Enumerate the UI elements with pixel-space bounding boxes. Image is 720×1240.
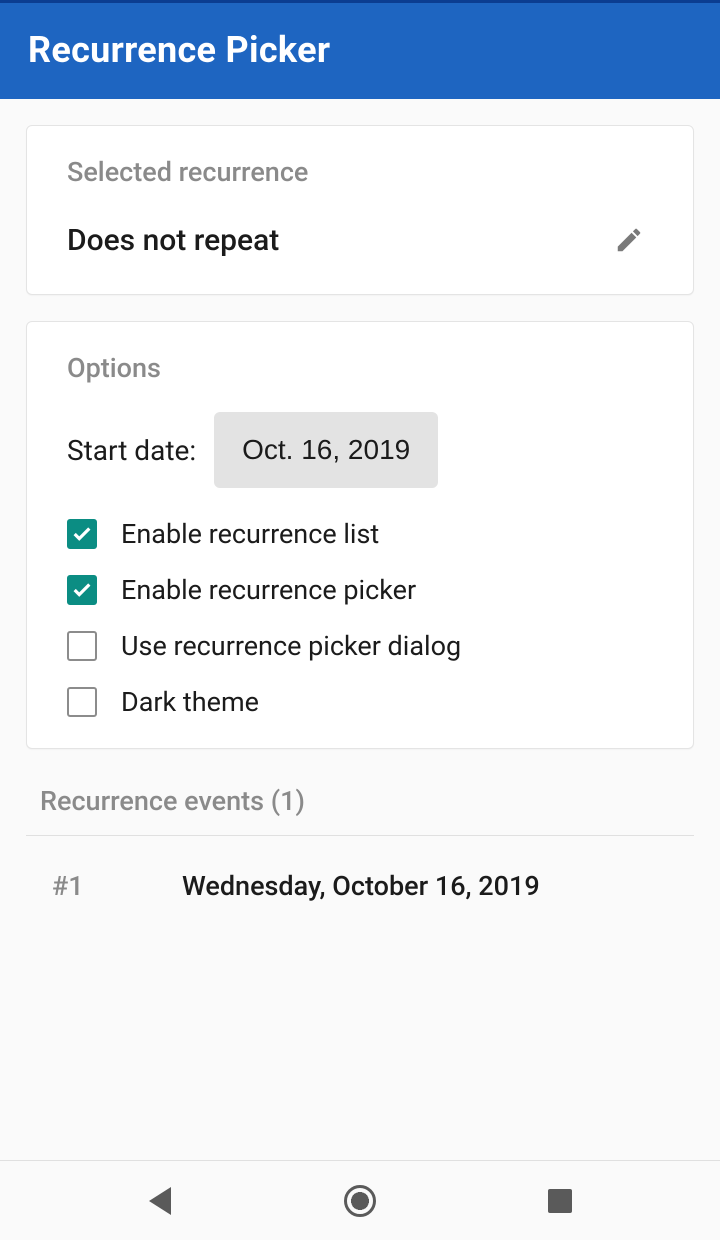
checkbox-icon	[67, 687, 97, 717]
events-list: #1 Wednesday, October 16, 2019	[26, 835, 694, 936]
event-date: Wednesday, October 16, 2019	[182, 870, 540, 902]
app-bar: Recurrence Picker	[0, 3, 720, 99]
checkbox-label: Enable recurrence picker	[121, 574, 416, 606]
checkbox-dark-theme[interactable]: Dark theme	[67, 686, 653, 718]
back-icon	[149, 1187, 171, 1215]
selected-recurrence-card: Selected recurrence Does not repeat	[26, 125, 694, 295]
events-header: Recurrence events (1)	[26, 775, 694, 817]
selected-recurrence-title: Selected recurrence	[67, 156, 653, 188]
start-date-label: Start date:	[67, 434, 196, 467]
start-date-button[interactable]: Oct. 16, 2019	[214, 412, 438, 488]
recent-apps-icon	[548, 1189, 572, 1213]
events-section: Recurrence events (1) #1 Wednesday, Octo…	[26, 775, 694, 936]
selected-recurrence-value: Does not repeat	[67, 223, 279, 258]
system-nav-bar	[0, 1160, 720, 1240]
event-index: #1	[52, 870, 102, 902]
checkbox-enable-recurrence-list[interactable]: Enable recurrence list	[67, 518, 653, 550]
start-date-row: Start date: Oct. 16, 2019	[67, 412, 653, 488]
checkbox-list: Enable recurrence list Enable recurrence…	[67, 518, 653, 718]
home-icon	[344, 1185, 376, 1217]
nav-back-button[interactable]	[136, 1177, 184, 1225]
edit-recurrence-button[interactable]	[605, 216, 653, 264]
checkbox-icon	[67, 575, 97, 605]
event-row: #1 Wednesday, October 16, 2019	[26, 836, 694, 936]
options-title: Options	[67, 352, 653, 384]
checkbox-icon	[67, 631, 97, 661]
checkbox-label: Dark theme	[121, 686, 259, 718]
checkbox-use-recurrence-picker-dialog[interactable]: Use recurrence picker dialog	[67, 630, 653, 662]
nav-home-button[interactable]	[336, 1177, 384, 1225]
checkbox-label: Use recurrence picker dialog	[121, 630, 461, 662]
checkbox-label: Enable recurrence list	[121, 518, 379, 550]
checkbox-icon	[67, 519, 97, 549]
screen: Recurrence Picker Selected recurrence Do…	[0, 0, 720, 1240]
pencil-icon	[614, 225, 644, 255]
checkbox-enable-recurrence-picker[interactable]: Enable recurrence picker	[67, 574, 653, 606]
app-title: Recurrence Picker	[28, 29, 692, 71]
options-card: Options Start date: Oct. 16, 2019 Enable…	[26, 321, 694, 749]
nav-recent-button[interactable]	[536, 1177, 584, 1225]
content-area: Selected recurrence Does not repeat Opti…	[0, 99, 720, 1160]
selected-recurrence-row: Does not repeat	[67, 216, 653, 264]
